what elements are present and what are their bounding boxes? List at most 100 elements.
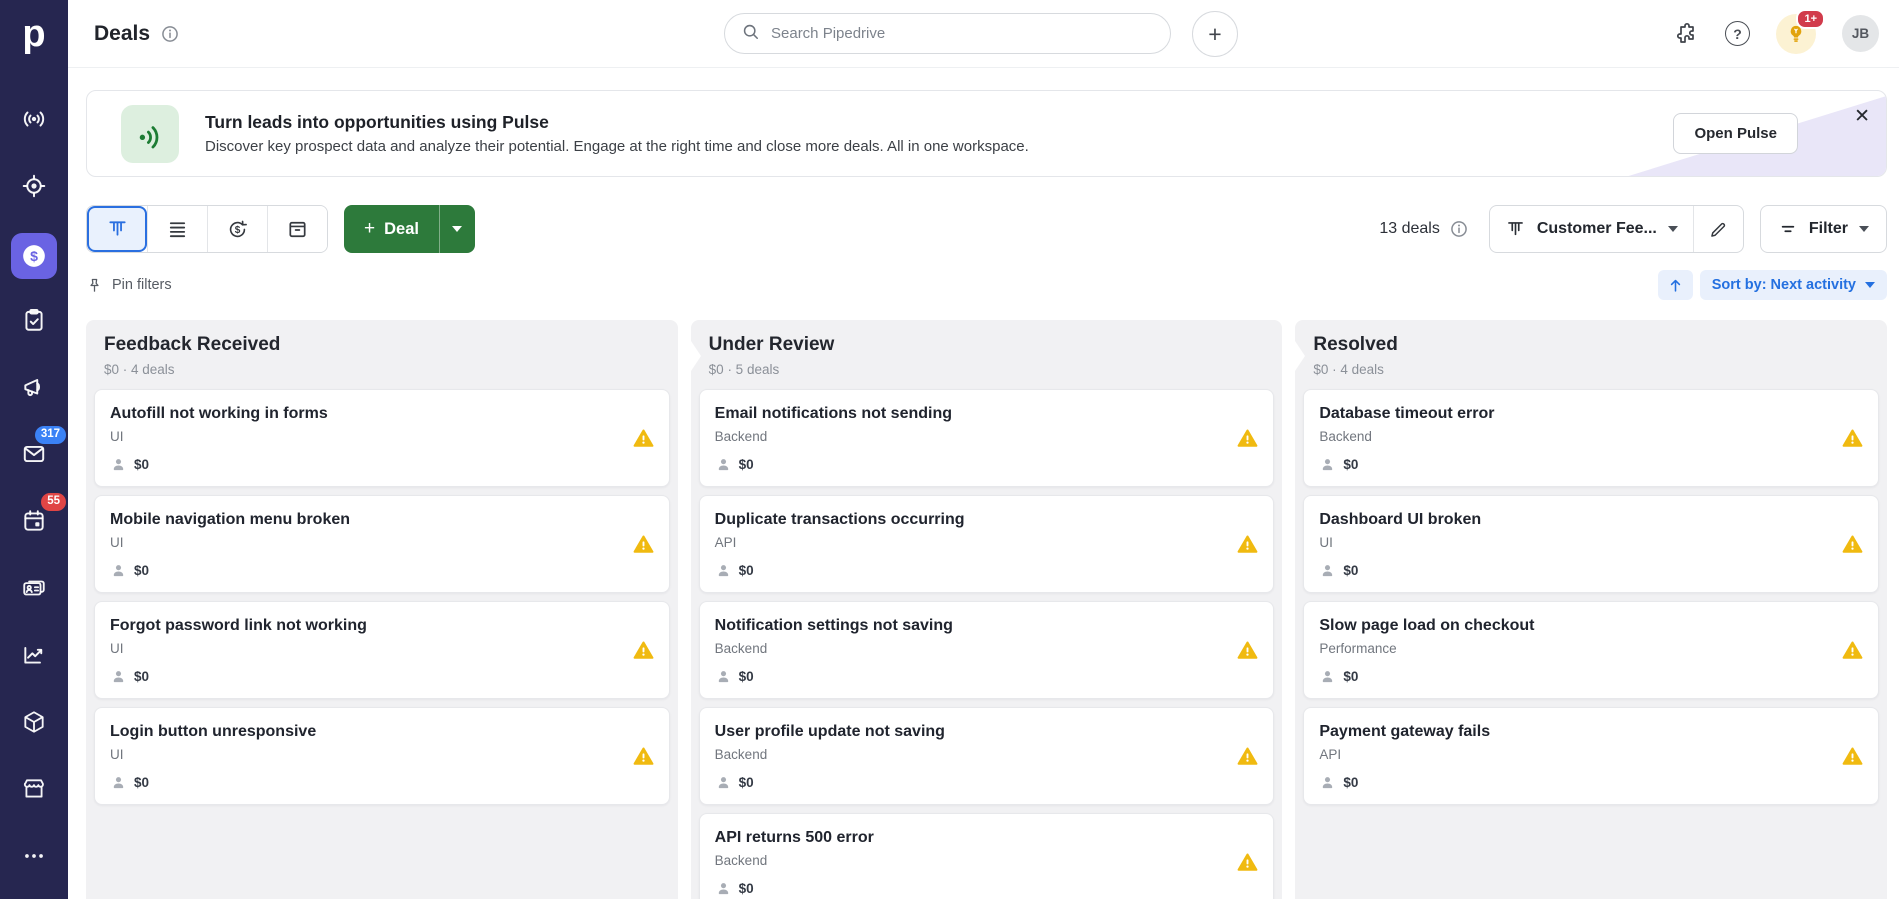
sidebar-item-tasks[interactable] — [0, 289, 68, 356]
column-summary: $0 · 4 deals — [104, 362, 175, 377]
quick-add-button[interactable]: + — [1192, 11, 1238, 57]
deal-value: $0 — [738, 562, 754, 578]
user-avatar[interactable]: JB — [1842, 15, 1879, 52]
sidebar: p $ 317 55 — [0, 0, 68, 899]
plus-icon: + — [364, 218, 376, 239]
deals-content: Turn leads into opportunities using Puls… — [68, 68, 1899, 899]
archive-view-button[interactable] — [267, 206, 327, 252]
sidebar-item-contacts[interactable] — [0, 557, 68, 624]
forecast-view-button[interactable]: $ — [207, 206, 267, 252]
owner-avatar-icon — [715, 880, 732, 897]
deal-label: UI — [1319, 535, 1333, 550]
warning-icon — [1842, 429, 1863, 448]
deal-value: $0 — [1343, 668, 1359, 684]
apps-puzzle-icon[interactable] — [1675, 22, 1699, 46]
deal-label: UI — [110, 535, 124, 550]
page-title: Deals — [94, 21, 151, 45]
edit-pipeline-button[interactable] — [1692, 206, 1743, 252]
owner-avatar-icon — [715, 774, 732, 791]
sidebar-item-deals[interactable]: $ — [0, 222, 68, 289]
deal-title: Forgot password link not working — [110, 617, 367, 634]
cube-icon — [21, 709, 47, 740]
pipeline-column: Feedback Received $0 · 4 deals Autofill … — [86, 320, 678, 899]
deal-card[interactable]: Forgot password link not working UI $0 — [94, 601, 670, 699]
owner-avatar-icon — [110, 562, 127, 579]
mail-badge: 317 — [34, 426, 66, 444]
sidebar-item-prospecting[interactable] — [0, 155, 68, 222]
main-area: Deals + ? 1+ JB — [68, 0, 1899, 899]
column-cards: Database timeout error Backend $0 Dashbo… — [1295, 387, 1887, 813]
deal-title: Login button unresponsive — [110, 723, 317, 740]
warning-icon — [1237, 429, 1258, 448]
pipeline-selector[interactable]: Customer Fee... — [1490, 206, 1693, 252]
filters-row: Pin filters Sort by: Next activity — [86, 270, 1887, 300]
mail-icon — [21, 441, 47, 472]
column-title: Under Review — [708, 334, 835, 355]
deals-count-info-icon[interactable] — [1449, 219, 1469, 239]
pin-filters-button[interactable]: Pin filters — [86, 277, 172, 294]
global-search[interactable] — [724, 13, 1171, 54]
deal-label: Backend — [714, 747, 768, 762]
deal-value: $0 — [134, 774, 150, 790]
target-icon — [21, 173, 47, 204]
deal-card[interactable]: Duplicate transactions occurring API $0 — [698, 495, 1275, 593]
sidebar-item-products[interactable] — [0, 691, 68, 758]
add-deal-button[interactable]: + Deal — [344, 205, 439, 253]
sidebar-item-mail[interactable]: 317 — [0, 423, 68, 490]
top-bar: Deals + ? 1+ JB — [68, 0, 1899, 68]
deal-card[interactable]: Notification settings not saving Backend… — [698, 601, 1275, 699]
deal-card[interactable]: Payment gateway fails API $0 — [1303, 707, 1880, 805]
deal-card[interactable]: Mobile navigation menu broken UI $0 — [94, 495, 670, 593]
deal-label: UI — [110, 747, 124, 762]
owner-avatar-icon — [715, 456, 732, 473]
deal-title: Mobile navigation menu broken — [110, 511, 351, 528]
deal-card[interactable]: Login button unresponsive UI $0 — [94, 707, 670, 805]
sort-by-button[interactable]: Sort by: Next activity — [1699, 270, 1887, 300]
owner-avatar-icon — [1319, 774, 1336, 791]
deal-title: Dashboard UI broken — [1319, 511, 1482, 528]
deal-title: Slow page load on checkout — [1319, 617, 1535, 634]
warning-icon — [633, 641, 654, 660]
sidebar-item-marketplace[interactable] — [0, 758, 68, 825]
deal-label: Backend — [1319, 429, 1372, 444]
help-icon[interactable]: ? — [1725, 21, 1750, 46]
deal-label: API — [1319, 747, 1342, 762]
banner-close-icon[interactable]: ✕ — [1854, 107, 1870, 126]
pipedrive-logo[interactable]: p — [0, 0, 68, 68]
deal-card[interactable]: Email notifications not sending Backend … — [698, 389, 1275, 487]
owner-avatar-icon — [110, 774, 127, 791]
sidebar-item-activities[interactable]: 55 — [0, 490, 68, 557]
search-input[interactable] — [771, 25, 1154, 42]
open-pulse-button[interactable]: Open Pulse — [1673, 113, 1798, 154]
deals-info-icon[interactable] — [160, 24, 180, 44]
deal-card[interactable]: Dashboard UI broken UI $0 — [1303, 495, 1880, 593]
column-title: Feedback Received — [104, 334, 281, 355]
kanban-view-button[interactable] — [87, 206, 147, 252]
search-icon — [741, 22, 760, 46]
deal-card[interactable]: Database timeout error Backend $0 — [1303, 389, 1880, 487]
pulse-icon — [121, 104, 179, 163]
suggestions-bulb-icon[interactable]: 1+ — [1776, 8, 1825, 54]
owner-avatar-icon — [1319, 562, 1336, 579]
sidebar-item-more[interactable] — [0, 825, 68, 892]
add-deal-dropdown[interactable] — [438, 205, 475, 253]
arrow-up-icon — [1670, 279, 1680, 292]
deal-title: Autofill not working in forms — [110, 405, 328, 422]
deal-card[interactable]: Slow page load on checkout Performance $… — [1303, 601, 1880, 699]
megaphone-icon — [21, 374, 47, 405]
sidebar-item-leads[interactable] — [0, 88, 68, 155]
deal-card[interactable]: Autofill not working in forms UI $0 — [94, 389, 670, 487]
filter-button[interactable]: Filter — [1759, 205, 1887, 253]
deal-card[interactable]: User profile update not saving Backend $… — [698, 707, 1275, 805]
sort-direction-button[interactable] — [1657, 270, 1693, 300]
list-view-button[interactable] — [147, 206, 207, 252]
sidebar-item-campaigns[interactable] — [0, 356, 68, 423]
deal-value: $0 — [134, 668, 150, 684]
sidebar-item-insights[interactable] — [0, 624, 68, 691]
owner-avatar-icon — [715, 562, 732, 579]
deal-card[interactable]: API returns 500 error Backend $0 — [698, 813, 1275, 899]
ellipsis-icon — [21, 843, 47, 874]
storefront-icon — [21, 776, 47, 807]
deal-value: $0 — [738, 774, 754, 790]
owner-avatar-icon — [110, 668, 127, 685]
